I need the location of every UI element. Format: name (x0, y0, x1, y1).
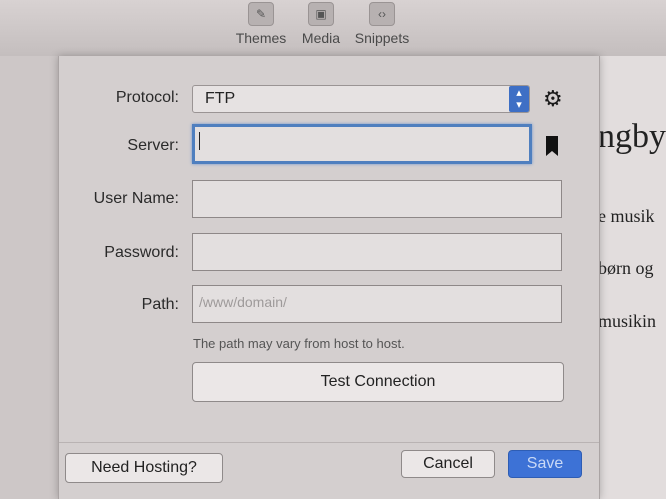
password-input[interactable] (192, 233, 562, 271)
password-label: Password: (104, 244, 179, 261)
path-label: Path: (141, 296, 179, 313)
cancel-button[interactable]: Cancel (401, 450, 495, 478)
document-line: e musik (598, 206, 655, 226)
path-input[interactable]: /www/domain/ (192, 285, 562, 323)
save-button[interactable]: Save (508, 450, 582, 478)
need-hosting-button[interactable]: Need Hosting? (65, 453, 223, 483)
snippets-label: Snippets (354, 30, 410, 46)
protocol-value: FTP (205, 90, 236, 107)
media-icon: ▣ (308, 2, 334, 26)
publish-settings-sheet: Protocol: FTP ▴ ▾ ⚙ Server: User Name: Pa… (58, 56, 600, 499)
text-caret (199, 132, 200, 150)
app-toolbar: ✎ Themes ▣ Media ‹› Snippets (0, 0, 666, 57)
gear-icon[interactable]: ⚙ (543, 88, 563, 110)
protocol-select[interactable]: FTP ▴ ▾ (192, 85, 530, 113)
username-input[interactable] (192, 180, 562, 218)
document-line: musikin (598, 311, 657, 331)
server-input[interactable] (192, 124, 532, 164)
path-hint: The path may vary from host to host. (193, 336, 405, 351)
path-placeholder: /www/domain/ (199, 294, 287, 310)
snippets-tab[interactable]: ‹› Snippets (352, 2, 412, 46)
chevron-updown-icon: ▴ ▾ (509, 86, 529, 112)
bookmark-icon[interactable] (546, 136, 558, 156)
footer-divider (59, 442, 599, 443)
document-line: børn og (598, 258, 654, 278)
themes-label: Themes (235, 30, 287, 46)
snippets-icon: ‹› (369, 2, 395, 26)
themes-icon: ✎ (248, 2, 274, 26)
username-label: User Name: (93, 190, 179, 207)
themes-tab[interactable]: ✎ Themes (231, 2, 291, 46)
server-label: Server: (127, 137, 179, 154)
document-heading: ngby (598, 118, 666, 155)
media-tab[interactable]: ▣ Media (291, 2, 351, 46)
left-pane (0, 56, 60, 499)
test-connection-button[interactable]: Test Connection (192, 362, 564, 402)
media-label: Media (301, 30, 341, 46)
protocol-label: Protocol: (115, 89, 179, 106)
